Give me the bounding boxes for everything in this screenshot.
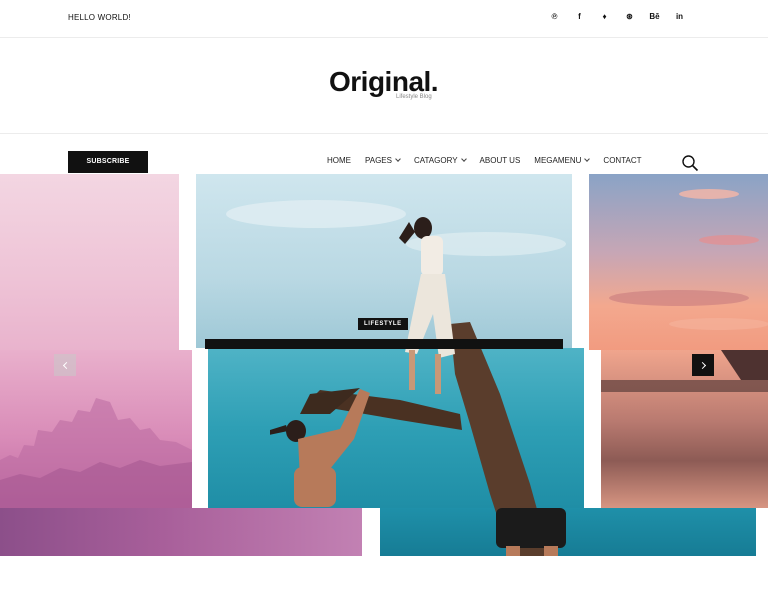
nav-item-label: CATAGORY [413,156,458,165]
category-badge[interactable]: LIFESTYLE [358,318,408,330]
rocky-shore-image [601,350,768,392]
nav-item-pages[interactable]: PAGES [365,156,401,165]
logo-area: Original. Lifestyle Blog [0,38,768,134]
man-figure-image [270,389,370,507]
main-nav: HOME PAGES CATAGORY ABOUT US MEGAMENU CO… [327,156,656,165]
behance-icon[interactable]: Bē [642,11,667,23]
hero-slider[interactable]: LIFESTYLE [0,174,768,556]
dribbble-icon[interactable]: ⊛ [617,11,642,23]
search-icon[interactable] [681,154,699,172]
top-bar: HELLO WORLD! ℗ f ♦ ⊛ Bē in [0,0,768,38]
slider-prev-button[interactable] [54,354,76,376]
nav-item-label: ABOUT US [479,156,521,165]
nav-item-label: HOME [327,156,351,165]
facebook-icon[interactable]: f [567,11,592,23]
nav-item-label: MEGAMENU [534,156,582,165]
woman-figure-image [399,217,455,394]
nav-item-about-us[interactable]: ABOUT US [480,156,521,165]
sunset-clouds-image [609,189,768,330]
chevron-right-icon [698,361,706,369]
pinterest-icon[interactable]: ℗ [542,11,567,23]
slide-image-left [0,174,179,350]
nav-item-label: CONTACT [603,156,642,165]
nav-item-megamenu[interactable]: MEGAMENU [534,156,591,165]
man-legs-image [496,508,566,556]
city-skyline-image [0,398,192,508]
slide-image-left [0,350,192,508]
social-links: ℗ f ♦ ⊛ Bē in [542,11,692,23]
site-tagline: Lifestyle Blog [396,94,432,100]
chevron-down-icon [584,156,591,162]
slider-next-button[interactable] [692,354,714,376]
chevron-left-icon [62,361,70,369]
nav-item-contact[interactable]: CONTACT [603,156,641,165]
twitter-icon[interactable]: ♦ [592,11,617,23]
greeting-text: HELLO WORLD! [68,13,131,22]
slide-title-bar [205,339,563,349]
slide-image-right [589,174,768,350]
subscribe-button[interactable]: SUBSCRIBE [68,151,148,173]
nav-item-catagory[interactable]: CATAGORY [413,156,467,165]
slide-image-right [601,350,768,508]
nav-item-home[interactable]: HOME [327,156,351,165]
chevron-down-icon [395,156,401,162]
chevron-down-icon [460,156,467,162]
linkedin-icon[interactable]: in [667,11,692,23]
nav-item-label: PAGES [365,156,392,165]
